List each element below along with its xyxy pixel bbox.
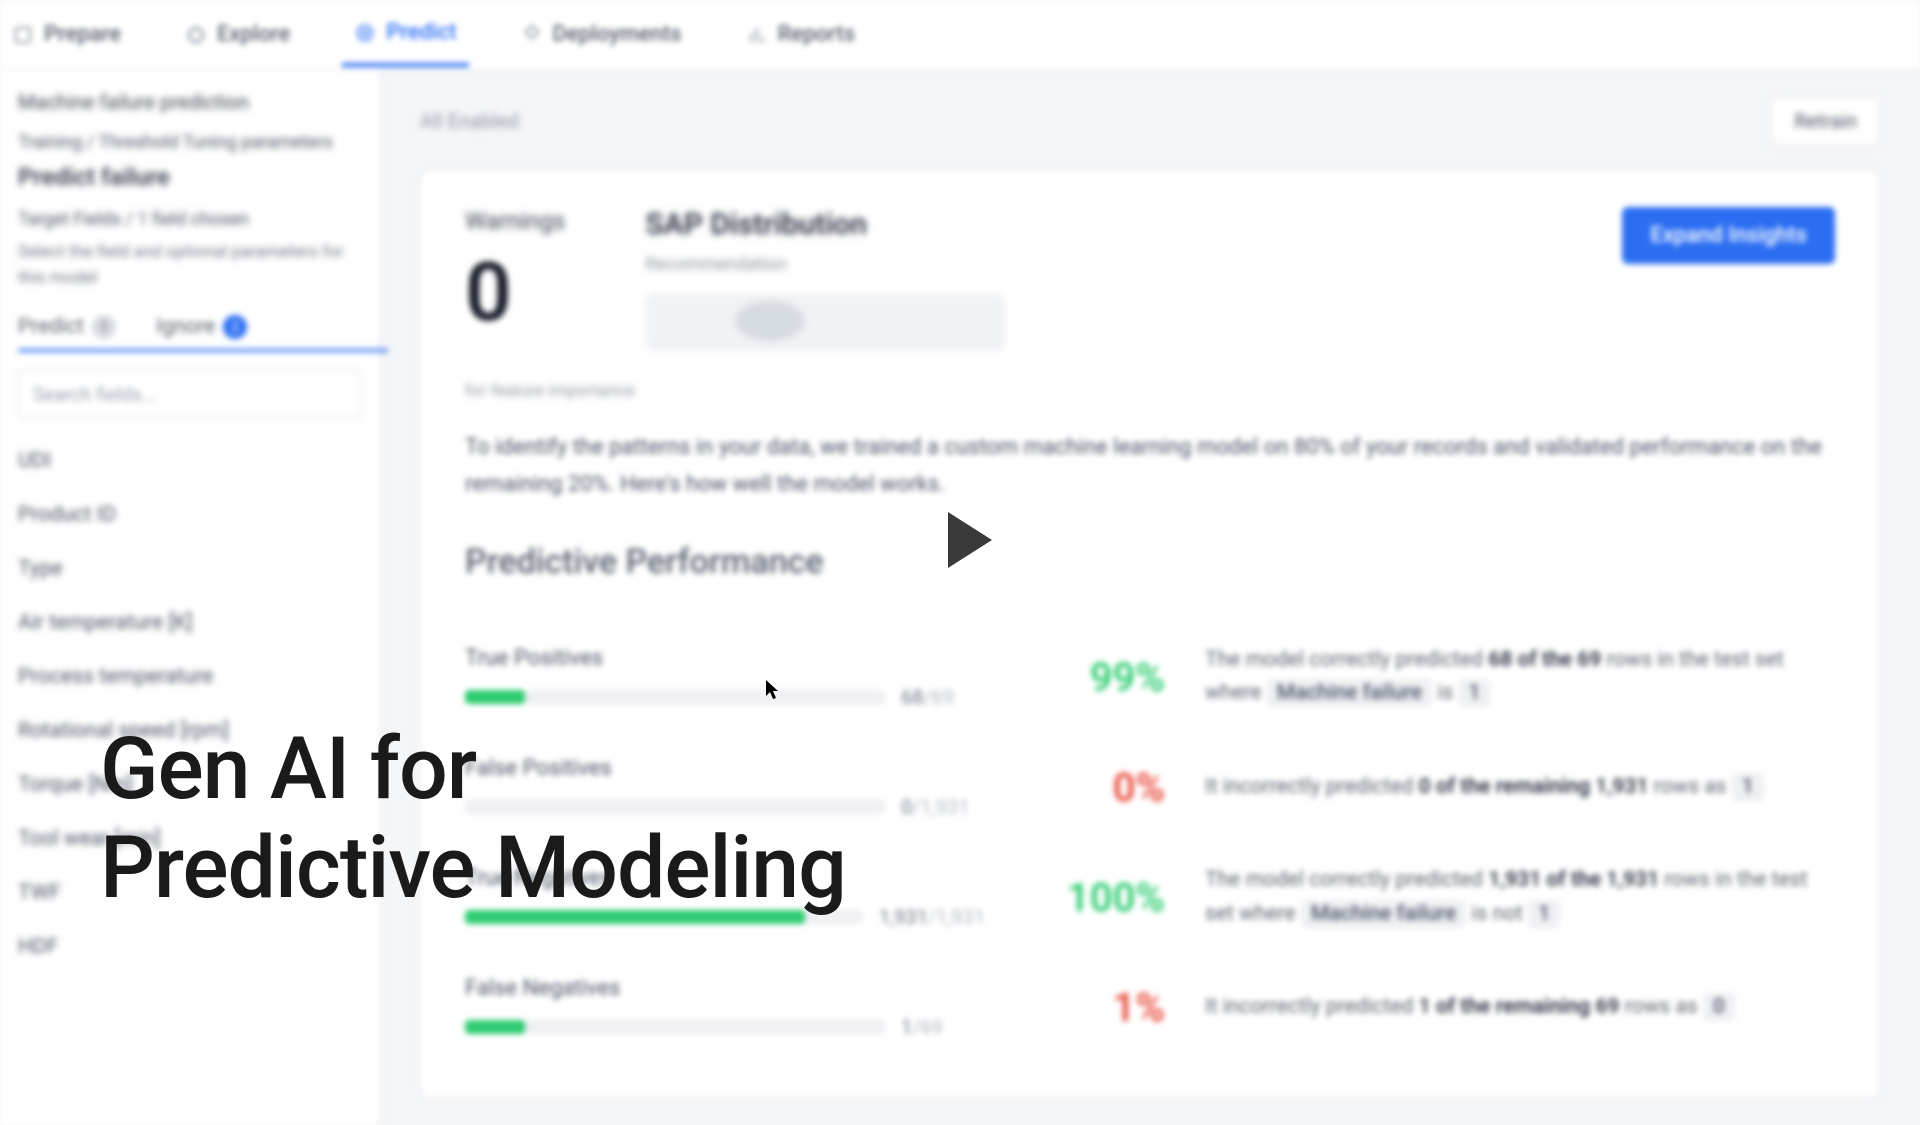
perf-label: False Negatives [465, 976, 985, 1001]
metric-box: Warnings 0 [465, 207, 565, 341]
nav-predict[interactable]: Predict [342, 2, 468, 67]
progress-bar [465, 1020, 885, 1034]
tab-predict-label: Predict [18, 315, 84, 339]
main-content: All Enabled Retrain Warnings 0 SAP Distr… [380, 70, 1920, 1125]
performance-row: True Positives 68/69 99% The model corre… [465, 622, 1835, 734]
play-button[interactable] [940, 510, 1000, 570]
tab-ignore-count: 2 [223, 315, 247, 339]
play-icon [948, 512, 992, 568]
insights-card: Warnings 0 SAP Distribution Recommendati… [420, 170, 1880, 1099]
section-title: Predictive Performance [465, 542, 1835, 582]
tab-predict-count: 1 [92, 315, 116, 339]
sidebar-helper: Select the field and optional parameters… [18, 240, 361, 291]
nav-deployments[interactable]: Deployments [509, 4, 694, 65]
progress-bar [465, 690, 885, 704]
list-item[interactable]: Process temperature [18, 665, 361, 689]
headline-line-1: Gen AI for [100, 720, 846, 819]
perf-description: The model correctly predicted 1,931 of t… [1205, 864, 1835, 931]
reports-icon [746, 24, 768, 46]
perf-count: 1,931/1,931 [879, 905, 985, 929]
deployments-icon [521, 24, 543, 46]
nav-prepare[interactable]: Prepare [0, 4, 133, 65]
sidebar: Machine failure prediction Training / Th… [0, 70, 380, 1125]
sidebar-tabs: Predict 1 Ignore 2 [18, 315, 388, 352]
list-item[interactable]: UDI [18, 449, 361, 473]
explore-icon [185, 24, 207, 46]
cursor-icon [766, 680, 782, 700]
performance-row: False Negatives 1/69 1% It incorrectly p… [465, 954, 1835, 1062]
perf-description: It incorrectly predicted 0 of the remain… [1205, 771, 1835, 805]
footnote: for feature importance [465, 381, 1835, 401]
list-item[interactable]: Type [18, 557, 361, 581]
sidebar-heading: Predict failure [18, 163, 361, 191]
prepare-icon [12, 24, 34, 46]
top-nav: Prepare Explore Predict Deployments Repo… [0, 0, 1920, 70]
status-label: All Enabled [420, 109, 519, 133]
tab-ignore-label: Ignore [156, 315, 215, 339]
distribution-subtitle: Recommendation [645, 254, 1005, 275]
metric-label: Warnings [465, 207, 565, 235]
nav-reports[interactable]: Reports [734, 4, 867, 65]
perf-percent: 100% [1025, 874, 1165, 921]
nav-explore[interactable]: Explore [173, 4, 302, 65]
retrain-button[interactable]: Retrain [1771, 96, 1880, 146]
tab-predict[interactable]: Predict 1 [18, 315, 116, 339]
tab-ignore[interactable]: Ignore 2 [156, 315, 247, 339]
perf-count: 0/1,931 [901, 795, 969, 819]
perf-count: 1/69 [901, 1015, 943, 1039]
perf-percent: 0% [1025, 764, 1165, 811]
distribution-chart [645, 293, 1005, 351]
list-item[interactable]: Product ID [18, 503, 361, 527]
metric-value: 0 [465, 245, 565, 341]
expand-insights-button[interactable]: Expand Insights [1622, 207, 1835, 264]
sidebar-subhead: Target Fields / 1 field chosen [18, 209, 361, 230]
sidebar-breadcrumb: Training / Threshold Tuning parameters [18, 132, 361, 153]
predict-icon [354, 22, 376, 44]
perf-percent: 99% [1025, 654, 1165, 701]
headline-line-2: Predictive Modeling [100, 819, 846, 918]
sidebar-title: Machine failure prediction [18, 90, 361, 114]
perf-description: The model correctly predicted 68 of the … [1205, 644, 1835, 711]
nav-deployments-label: Deployments [553, 22, 682, 47]
distribution-title: SAP Distribution [645, 207, 1005, 242]
overlay-headline: Gen AI for Predictive Modeling [100, 720, 846, 918]
list-item[interactable]: Air temperature [K] [18, 611, 361, 635]
nav-predict-label: Predict [386, 20, 456, 45]
perf-count: 68/69 [901, 685, 954, 709]
nav-prepare-label: Prepare [44, 22, 121, 47]
model-description: To identify the patterns in your data, w… [465, 429, 1835, 504]
search-input[interactable]: Search fields... [18, 370, 361, 419]
perf-description: It incorrectly predicted 1 of the remain… [1205, 991, 1835, 1025]
nav-explore-label: Explore [217, 22, 290, 47]
perf-percent: 1% [1025, 984, 1165, 1031]
perf-label: True Positives [465, 646, 985, 671]
nav-reports-label: Reports [778, 22, 855, 47]
list-item[interactable]: HDF [18, 935, 361, 959]
distribution-box: SAP Distribution Recommendation [645, 207, 1005, 351]
